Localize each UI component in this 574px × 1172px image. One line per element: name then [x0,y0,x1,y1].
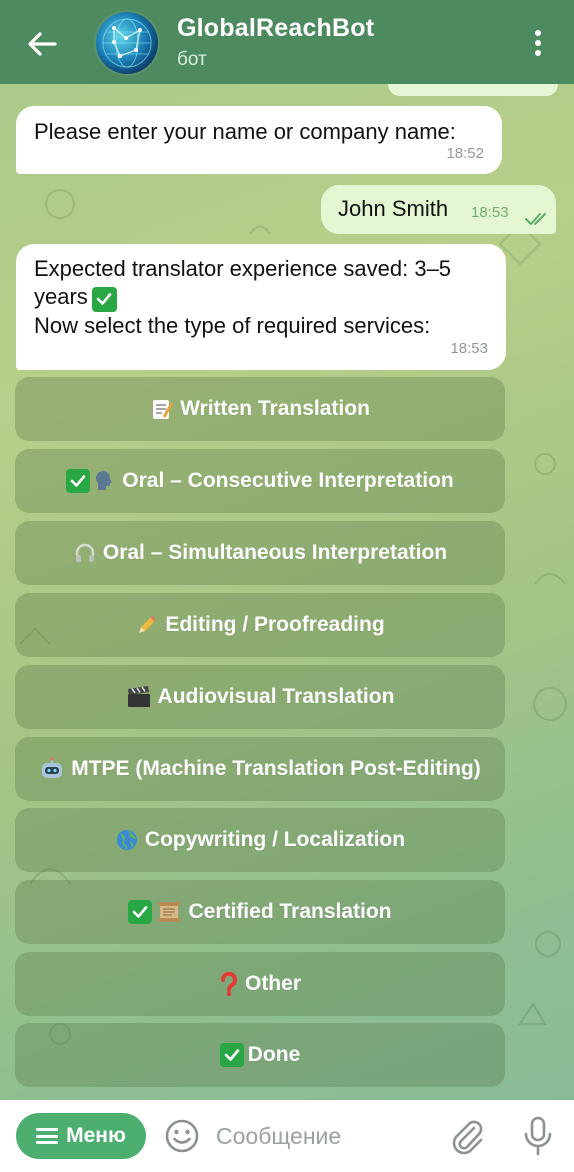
bot-avatar[interactable] [96,12,158,74]
service-button-editing-proofreading[interactable]: Editing / Proofreading [15,593,505,657]
check-mark-button-icon [128,900,153,924]
check-mark-button-icon [66,469,91,493]
service-button-label: Oral – Consecutive Interpretation [122,469,454,492]
message-text-years: years [34,284,88,309]
message-time: 18:53 [471,204,509,221]
incoming-message: Expected translator experience saved: 3–… [16,244,506,370]
chat-background-pattern [19,189,567,1045]
incoming-message: Please enter your name or company name: … [16,106,502,174]
service-button-label: Audiovisual Translation [157,685,395,708]
service-button-audiovisual-translation[interactable]: Audiovisual Translation [15,665,505,729]
service-button-label: MTPE (Machine Translation Post-Editing) [71,757,481,780]
chat-subtitle: бот [177,49,207,70]
done-button[interactable]: Done [15,1023,505,1087]
pencil-icon [135,613,159,637]
message-time: 18:52 [446,145,484,162]
service-button-label: Done [247,1043,301,1066]
double-check-icon [525,213,546,225]
back-button[interactable] [22,24,62,64]
service-button-label: Editing / Proofreading [165,613,385,636]
service-button-other[interactable]: Other [15,952,505,1016]
service-button-label: Copywriting / Localization [144,828,406,851]
arrow-left-icon [28,32,57,56]
red-question-mark-icon [219,972,239,996]
globe-icon [115,828,139,852]
robot-icon [39,757,65,781]
service-button-mtpe[interactable]: MTPE (Machine Translation Post-Editing) [15,737,505,801]
outgoing-message: John Smith 18:53 [321,185,556,234]
message-time: 18:53 [450,340,488,357]
service-button-simultaneous-interpretation[interactable]: Oral – Simultaneous Interpretation [15,521,505,585]
message-text-line-2: years [34,283,506,312]
service-button-certified-translation[interactable]: Certified Translation [15,880,505,944]
service-button-label: Oral – Simultaneous Interpretation [102,541,448,564]
speaking-head-icon [94,470,116,492]
service-button-written-translation[interactable]: Written Translation [15,377,505,441]
scroll-icon [156,900,182,924]
check-mark-button-icon [219,1043,244,1067]
emoji-icon[interactable] [163,1117,201,1155]
message-text: Please enter your name or company name: [34,119,456,144]
hamburger-icon [36,1128,59,1144]
service-button-consecutive-interpretation[interactable]: Oral – Consecutive Interpretation [15,449,505,513]
message-composer: Меню [0,1100,574,1172]
service-button-copywriting-localization[interactable]: Copywriting / Localization [15,808,505,872]
message-text-line-1: Expected translator experience saved: 3–… [34,256,452,281]
message-input[interactable] [216,1118,436,1154]
message-text-line-3: Now select the type of required services… [34,312,431,338]
more-vertical-icon[interactable] [526,26,550,60]
memo-icon [150,397,174,421]
chat-header: GlobalReachBot бот [0,0,574,84]
chat-title[interactable]: GlobalReachBot [177,14,374,43]
service-button-label: Certified Translation [188,900,392,923]
headphones-icon [73,541,97,565]
globe-network-icon [102,18,152,68]
previous-message-bubble [388,84,558,96]
check-mark-button-icon [91,286,117,312]
paperclip-icon[interactable] [448,1116,486,1156]
microphone-icon[interactable] [522,1115,554,1157]
service-button-label: Other [244,972,301,995]
bot-menu-label: Меню [66,1124,126,1147]
service-button-label: Written Translation [180,397,370,420]
message-text: John Smith [338,196,449,221]
bot-menu-button[interactable]: Меню [16,1113,146,1159]
clapper-board-icon [126,685,152,709]
